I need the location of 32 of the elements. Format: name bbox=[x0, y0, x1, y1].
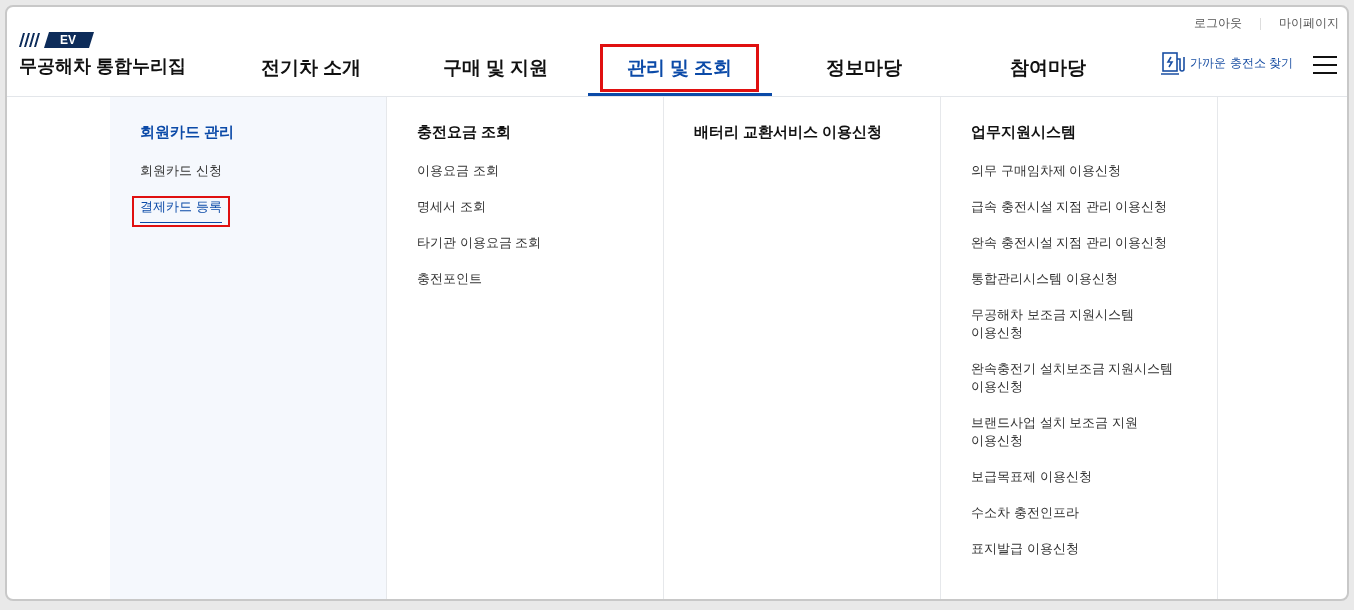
nav-tab[interactable]: 구매 및 지원 bbox=[403, 42, 588, 96]
menu-item[interactable]: 보급목표제 이용신청 bbox=[963, 466, 1100, 491]
menu-item[interactable]: 완속충전기 설치보조금 지원시스템 이용신청 bbox=[963, 358, 1182, 401]
menu-item[interactable]: 충전포인트 bbox=[409, 268, 490, 293]
charger-icon bbox=[1160, 50, 1187, 76]
utility-link[interactable]: 로그아웃 bbox=[1194, 15, 1242, 32]
menu-item[interactable]: 표지발급 이용신청 bbox=[963, 538, 1087, 563]
menu-item[interactable]: 통합관리시스템 이용신청 bbox=[963, 268, 1126, 293]
nav-tab[interactable]: 전기차 소개 bbox=[219, 42, 404, 96]
menu-item[interactable]: 타기관 이용요금 조회 bbox=[409, 232, 550, 257]
menu-item[interactable]: 급속 충전시설 지점 관리 이용신청 bbox=[963, 196, 1176, 221]
menu-item[interactable]: 무공해차 보조금 지원시스템 이용신청 bbox=[963, 304, 1143, 347]
station-search-link[interactable]: 가까운 충전소 찾기 bbox=[1140, 50, 1313, 96]
menu-item[interactable]: 이용요금 조회 bbox=[409, 160, 507, 185]
menu-category[interactable]: 업무지원시스템 bbox=[971, 123, 1197, 142]
logo-badge: EV bbox=[44, 32, 94, 48]
menu-item[interactable]: 회원카드 신청 bbox=[132, 160, 230, 185]
menu-item[interactable]: 명세서 조회 bbox=[409, 196, 494, 221]
nav-tab[interactable]: 참여마당 bbox=[956, 42, 1141, 96]
stripes-icon bbox=[19, 33, 41, 47]
utility-link[interactable]: 마이페이지 bbox=[1279, 15, 1339, 32]
menu-category[interactable]: 회원카드 관리 bbox=[140, 123, 366, 142]
menu-item[interactable]: 브랜드사업 설치 보조금 지원 이용신청 bbox=[963, 412, 1146, 455]
menu-category[interactable]: 배터리 교환서비스 이용신청 bbox=[694, 123, 920, 142]
menu-item[interactable]: 결제카드 등록 bbox=[132, 196, 230, 227]
menu-item[interactable]: 완속 충전시설 지점 관리 이용신청 bbox=[963, 232, 1176, 257]
site-title[interactable]: 무공해차 통합누리집 bbox=[19, 54, 219, 78]
menu-item[interactable]: 의무 구매임차제 이용신청 bbox=[963, 160, 1130, 185]
menu-category[interactable]: 충전요금 조회 bbox=[417, 123, 643, 142]
menu-item[interactable]: 수소차 충전인프라 bbox=[963, 502, 1087, 527]
menu-icon[interactable] bbox=[1313, 56, 1337, 74]
nav-tab[interactable]: 정보마당 bbox=[771, 42, 957, 96]
